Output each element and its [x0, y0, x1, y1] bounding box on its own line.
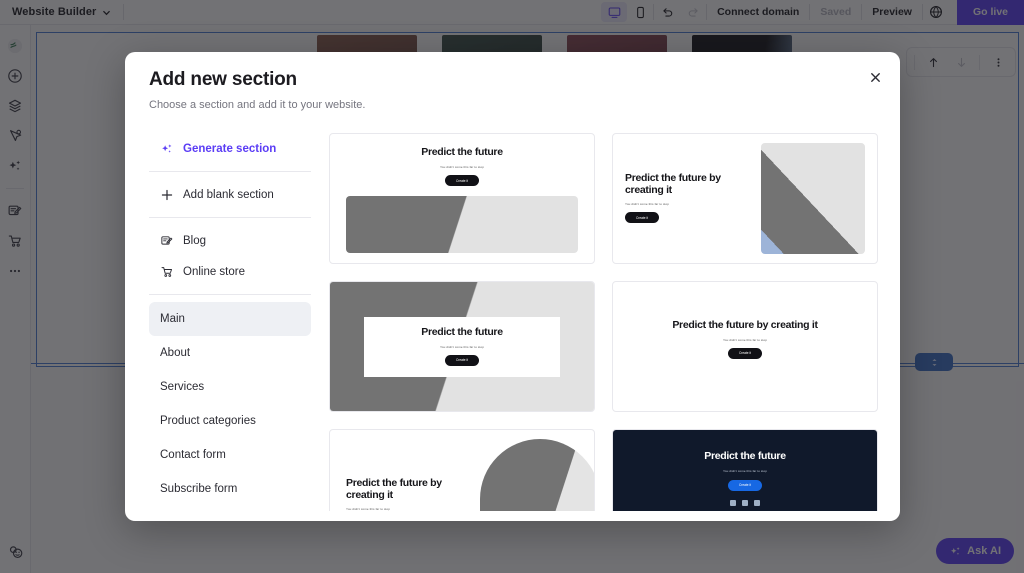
template-heading: Predict the future by creating it — [346, 478, 480, 502]
template-card[interactable]: Predict the future You didn't come this … — [329, 133, 595, 264]
template-preview: Predict the future You didn't come this … — [613, 430, 877, 511]
sidebar-item-online-store[interactable]: Online store — [149, 256, 311, 287]
template-card[interactable]: Predict the future You didn't come this … — [329, 281, 595, 412]
category-list: Main About Services Product categories C… — [149, 302, 311, 506]
template-card[interactable]: Predict the future by creating it You di… — [612, 281, 878, 412]
dialog-body: Generate section Add blank section Blog — [125, 111, 900, 511]
divider — [149, 171, 311, 172]
blog-icon — [160, 234, 174, 248]
sidebar-item-label: Online store — [183, 266, 245, 278]
template-social-icons — [730, 500, 760, 506]
add-blank-section-label: Add blank section — [183, 189, 274, 201]
close-icon — [869, 71, 882, 84]
template-heading: Predict the future — [421, 327, 503, 339]
page-title: Add new section — [149, 69, 876, 91]
close-button[interactable] — [864, 66, 886, 88]
instagram-icon — [730, 500, 736, 506]
template-subtext: You didn't come this far to stop — [723, 469, 767, 473]
template-preview: Predict the future You didn't come this … — [330, 282, 594, 411]
dialog-sidebar: Generate section Add blank section Blog — [149, 133, 319, 511]
template-heading: Predict the future by creating it — [672, 320, 817, 332]
sidebar-item-label: Blog — [183, 235, 206, 247]
sidebar-item-label: Contact form — [160, 449, 226, 461]
sidebar-item-main[interactable]: Main — [149, 302, 311, 336]
template-heading: Predict the future — [346, 147, 578, 159]
template-preview: Predict the future by creating it You di… — [613, 282, 877, 411]
ai-sparkle-icon — [160, 142, 174, 156]
linkedin-icon — [742, 500, 748, 506]
template-preview: Predict the future by creating it You di… — [613, 134, 877, 263]
template-subtext: You didn't come this far to stop — [440, 345, 484, 349]
template-text-block: Predict the future by creating it You di… — [625, 173, 751, 224]
sidebar-item-contact-form[interactable]: Contact form — [149, 438, 311, 472]
template-subtext: You didn't come this far to stop — [346, 165, 578, 169]
template-cta: Create it — [445, 355, 479, 366]
template-subtext: You didn't come this far to stop — [625, 202, 751, 206]
template-image — [346, 196, 578, 253]
template-cta: Create it — [625, 212, 659, 223]
template-image — [480, 439, 595, 511]
template-cta: Create it — [445, 175, 479, 186]
template-card[interactable]: Predict the future by creating it You di… — [612, 133, 878, 264]
template-image — [761, 143, 865, 254]
add-new-section-dialog: Add new section Choose a section and add… — [125, 52, 900, 521]
add-blank-section-button[interactable]: Add blank section — [149, 179, 311, 210]
email-icon — [754, 500, 760, 506]
sidebar-item-product-categories[interactable]: Product categories — [149, 404, 311, 438]
template-subtext: You didn't come this far to stop — [346, 507, 480, 511]
template-text-block: Predict the future by creating it You di… — [346, 478, 480, 511]
generate-section-label: Generate section — [183, 143, 276, 155]
store-icon — [160, 265, 174, 279]
template-text-block: Predict the future You didn't come this … — [364, 317, 560, 377]
template-card[interactable]: Predict the future by creating it You di… — [329, 429, 595, 511]
sidebar-item-label: Main — [160, 313, 185, 325]
sidebar-item-about[interactable]: About — [149, 336, 311, 370]
template-cta: Create it — [728, 480, 762, 491]
template-preview: Predict the future by creating it You di… — [330, 430, 594, 511]
template-heading: Predict the future by creating it — [625, 173, 751, 197]
dialog-header: Add new section Choose a section and add… — [125, 52, 900, 111]
generate-section-button[interactable]: Generate section — [149, 133, 311, 164]
sidebar-item-label: Subscribe form — [160, 483, 237, 495]
template-card[interactable]: Predict the future You didn't come this … — [612, 429, 878, 511]
sidebar-item-label: About — [160, 347, 190, 359]
template-grid: Predict the future You didn't come this … — [319, 133, 900, 511]
sidebar-item-blog[interactable]: Blog — [149, 225, 311, 256]
sidebar-item-label: Services — [160, 381, 204, 393]
sidebar-item-services[interactable]: Services — [149, 370, 311, 404]
sidebar-item-label: Product categories — [160, 415, 256, 427]
template-subtext: You didn't come this far to stop — [723, 338, 767, 342]
divider — [149, 217, 311, 218]
sidebar-item-subscribe-form[interactable]: Subscribe form — [149, 472, 311, 506]
divider — [149, 294, 311, 295]
plus-icon — [160, 188, 174, 202]
template-cta: Create it — [728, 348, 762, 359]
template-heading: Predict the future — [704, 451, 786, 463]
template-preview: Predict the future You didn't come this … — [330, 134, 594, 253]
dialog-subtitle: Choose a section and add it to your webs… — [149, 99, 876, 111]
